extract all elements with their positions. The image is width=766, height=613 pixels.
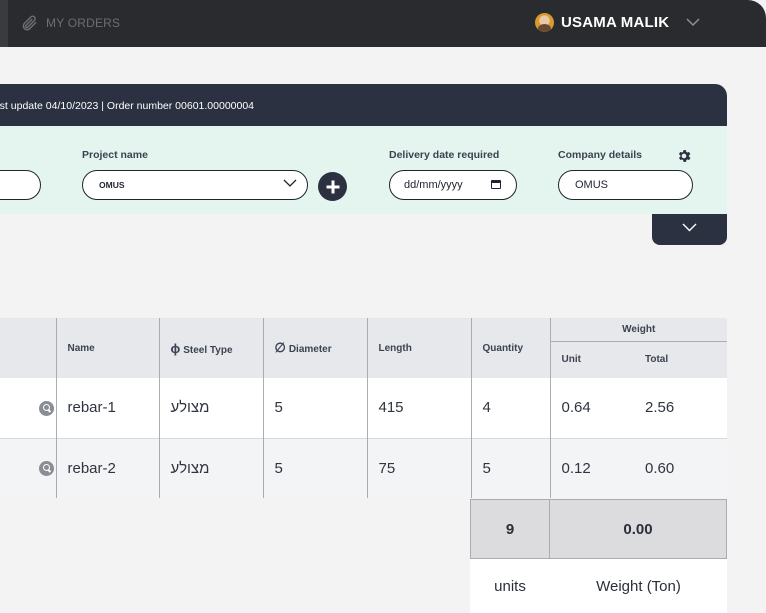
top-bar: MY ORDERS USAMA MALIK <box>0 0 766 47</box>
company-details-value: OMUS <box>575 179 608 191</box>
chevron-down-icon <box>682 223 697 232</box>
search-icon[interactable] <box>39 461 54 477</box>
length-header: Length <box>367 318 472 378</box>
cell-unit-weight: 0.64 <box>550 378 634 438</box>
cell-steel-type: מצולע <box>159 378 264 438</box>
nav-my-orders-label: MY ORDERS <box>46 16 121 30</box>
calendar-icon[interactable] <box>491 180 501 189</box>
cell-unit-weight: 0.12 <box>550 437 634 498</box>
total-quantity: 9 <box>470 499 550 559</box>
cell-length: 415 <box>367 378 472 438</box>
cell-length: 75 <box>367 437 472 498</box>
cell-total-weight: 0.60 <box>634 437 727 498</box>
diameter-header: ∅ Diameter <box>263 318 368 378</box>
company-details-input[interactable]: OMUS <box>558 170 693 200</box>
nav-my-orders[interactable]: MY ORDERS <box>20 14 120 32</box>
delivery-date-label: Delivery date required <box>389 149 500 161</box>
delivery-date-input[interactable]: dd/mm/yyyy <box>389 170 517 200</box>
cell-steel-type: מצולע <box>159 437 264 498</box>
delivery-date-placeholder: dd/mm/yyyy <box>404 179 463 191</box>
quantity-header: Quantity <box>471 318 551 378</box>
nav-tab-divider <box>0 0 8 47</box>
cell-quantity: 5 <box>471 437 551 498</box>
steel-type-header: ϕ Steel Type <box>159 318 264 378</box>
diameter-icon: ∅ <box>274 340 286 355</box>
rebar-table: Name ϕ Steel Type ∅ Diameter Length Quanti… <box>0 318 727 498</box>
order-header: Last update 04/10/2023 | Order number 00… <box>0 84 727 126</box>
cell-quantity: 4 <box>471 378 551 438</box>
cell-diameter: 5 <box>263 437 368 498</box>
project-name-value: OMUS <box>99 180 125 190</box>
gear-icon[interactable] <box>676 148 692 164</box>
user-menu[interactable]: USAMA MALIK <box>535 13 700 32</box>
project-name-select[interactable]: OMUS <box>82 170 308 200</box>
add-project-button[interactable] <box>318 172 347 201</box>
cell-diameter: 5 <box>263 378 368 438</box>
cell-total-weight: 2.56 <box>634 378 727 438</box>
previous-field[interactable] <box>0 170 41 200</box>
company-details-label: Company details <box>558 149 643 161</box>
total-weight-label: Weight (Ton) <box>550 559 727 613</box>
project-name-label: Project name <box>82 149 148 161</box>
cell-name: rebar-2 <box>56 437 160 498</box>
expand-details-button[interactable] <box>652 214 727 245</box>
paperclip-icon <box>22 15 37 31</box>
weight-unit-header: Unit <box>550 341 634 378</box>
chevron-down-icon <box>686 18 700 27</box>
weight-total-header: Total <box>634 341 727 378</box>
avatar <box>535 13 554 32</box>
name-header: Name <box>56 318 160 378</box>
cell-name: rebar-1 <box>56 378 160 438</box>
actions-header <box>0 318 57 378</box>
row-actions <box>0 437 57 498</box>
row-actions <box>0 378 57 438</box>
weight-header: Weight <box>550 318 727 342</box>
table-row[interactable]: rebar-1 מצולע 5 415 4 0.64 2.56 <box>0 378 727 438</box>
chevron-down-icon <box>283 179 297 187</box>
order-form: Project name OMUS Delivery date required… <box>0 126 727 214</box>
total-weight: 0.00 <box>549 499 727 559</box>
phi-icon: ϕ <box>170 340 181 356</box>
total-quantity-label: units <box>470 559 550 613</box>
user-name: USAMA MALIK <box>561 14 670 31</box>
search-icon[interactable] <box>39 400 54 416</box>
order-card: Last update 04/10/2023 | Order number 00… <box>0 84 727 245</box>
order-header-text: Last update 04/10/2023 | Order number 00… <box>0 100 255 112</box>
table-row[interactable]: rebar-2 מצולע 5 75 5 0.12 0.60 <box>0 437 727 498</box>
